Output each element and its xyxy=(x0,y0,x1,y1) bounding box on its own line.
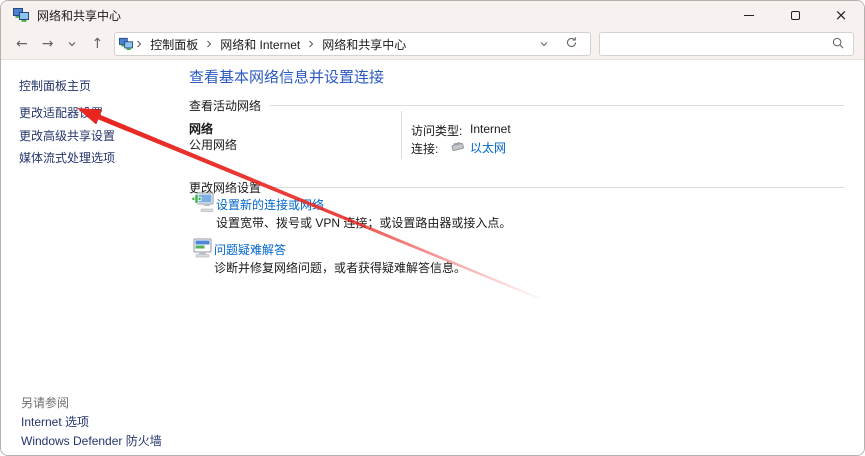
up-icon: ↑ xyxy=(91,36,104,52)
setup-new-connection-description: 设置宽带、拨号或 VPN 连接；或设置路由器或接入点。 xyxy=(216,216,512,230)
page-title: 查看基本网络信息并设置连接 xyxy=(189,69,385,86)
chevron-right-icon xyxy=(133,39,145,49)
network-icon xyxy=(119,37,134,51)
sidebar-item-control-panel-home[interactable]: 控制面板主页 xyxy=(19,77,91,94)
nav-buttons: ← → ↑ xyxy=(9,32,110,56)
close-icon: × xyxy=(834,5,848,24)
recent-pages-button[interactable] xyxy=(60,32,84,56)
minimize-button[interactable] xyxy=(726,1,772,29)
sidebar-item-change-advanced-sharing[interactable]: 更改高级共享设置 xyxy=(19,127,115,144)
close-button[interactable]: × xyxy=(818,1,864,29)
address-bar[interactable]: 控制面板 网络和 Internet 网络和共享中心 xyxy=(114,32,592,56)
sidebar-item-internet-options[interactable]: Internet 选项 xyxy=(21,413,89,430)
network-sharing-center-window: 网络和共享中心 × ← → ↑ 控制面板 网络和 Internet 网络和共享中… xyxy=(0,0,865,456)
section-view-active-networks: 查看活动网络 xyxy=(189,97,844,114)
breadcrumb-network-sharing-center[interactable]: 网络和共享中心 xyxy=(317,36,411,53)
active-network-profile: 公用网络 xyxy=(189,138,238,152)
network-info-divider xyxy=(401,111,402,159)
window-controls: × xyxy=(726,1,864,29)
search-box[interactable] xyxy=(599,32,854,56)
maximize-button[interactable] xyxy=(772,1,818,29)
chevron-down-icon xyxy=(67,37,77,51)
network-icon xyxy=(13,7,29,23)
section-divider xyxy=(270,187,844,188)
forward-icon: → xyxy=(41,36,54,52)
chevron-right-icon xyxy=(203,39,215,49)
access-type-value: Internet xyxy=(470,122,511,136)
section-change-network-settings: 更改网络设置 xyxy=(189,179,844,196)
section-title: 查看活动网络 xyxy=(189,99,262,113)
window-title: 网络和共享中心 xyxy=(37,8,122,23)
maximize-icon xyxy=(790,10,800,20)
section-divider xyxy=(270,105,844,106)
back-icon: ← xyxy=(16,36,28,52)
connections-label: 连接: xyxy=(411,142,439,156)
sidebar-item-change-adapter-settings[interactable]: 更改适配器设置 xyxy=(19,104,103,121)
refresh-button[interactable] xyxy=(557,33,586,55)
forward-button[interactable]: → xyxy=(35,32,61,56)
see-also-header: 另请参阅 xyxy=(21,396,70,410)
sidebar-item-windows-defender-firewall[interactable]: Windows Defender 防火墙 xyxy=(21,432,162,449)
back-button[interactable]: ← xyxy=(9,32,35,56)
titlebar: 网络和共享中心 × xyxy=(1,1,864,29)
troubleshoot-icon xyxy=(190,236,214,260)
up-button[interactable]: ↑ xyxy=(84,32,110,56)
ethernet-connection-link[interactable]: 以太网 xyxy=(470,139,506,156)
ethernet-icon xyxy=(450,140,466,156)
toolbar: ← → ↑ 控制面板 网络和 Internet 网络和共享中心 xyxy=(1,29,864,60)
address-dropdown-button[interactable] xyxy=(531,33,557,55)
new-connection-icon xyxy=(191,190,215,214)
refresh-icon xyxy=(565,36,578,52)
search-icon xyxy=(831,36,845,53)
troubleshoot-problems-description: 诊断并修复网络问题，或者获得疑难解答信息。 xyxy=(214,261,467,275)
search-input[interactable] xyxy=(608,36,831,52)
active-network-name: 网络 xyxy=(189,122,214,136)
troubleshoot-problems-link[interactable]: 问题疑难解答 xyxy=(214,241,286,258)
content-area: 控制面板主页 更改适配器设置 更改高级共享设置 媒体流式处理选项 另请参阅 In… xyxy=(1,61,864,455)
breadcrumb-network-internet[interactable]: 网络和 Internet xyxy=(215,36,305,53)
setup-new-connection-link[interactable]: 设置新的连接或网络 xyxy=(216,196,324,213)
minimize-icon xyxy=(744,14,754,16)
chevron-down-icon xyxy=(539,37,549,51)
chevron-right-icon xyxy=(305,39,317,49)
sidebar-item-media-streaming-options[interactable]: 媒体流式处理选项 xyxy=(19,149,115,166)
breadcrumb-control-panel[interactable]: 控制面板 xyxy=(145,36,203,53)
access-type-label: 访问类型: xyxy=(411,124,463,138)
